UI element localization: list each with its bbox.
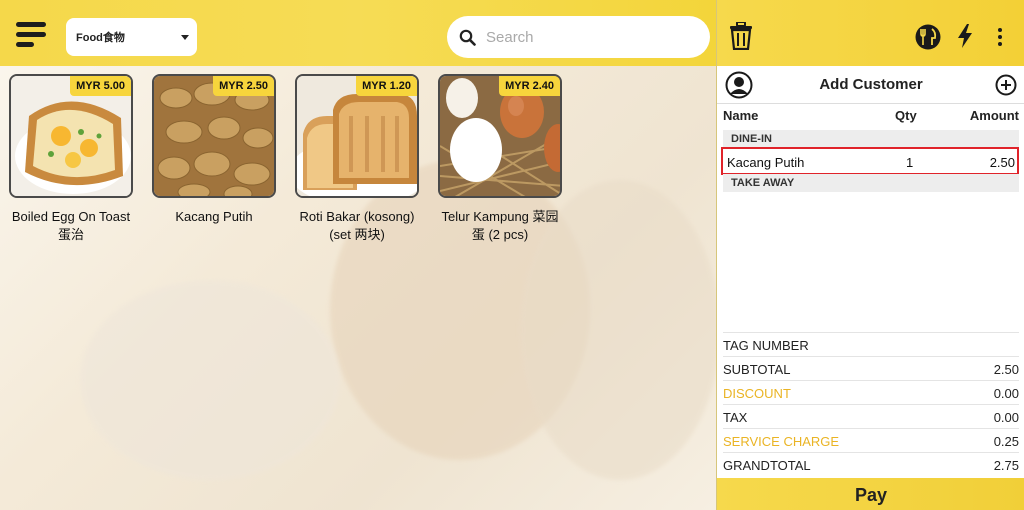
subtotal-label: SUBTOTAL <box>723 362 791 377</box>
totals-summary: TAG NUMBER SUBTOTAL 2.50 DISCOUNT 0.00 T… <box>723 332 1019 476</box>
more-options-icon[interactable] <box>998 28 1002 49</box>
order-line-item[interactable]: Kacang Putih 1 2.50 <box>721 147 1019 175</box>
tax-value: 0.00 <box>993 410 1019 425</box>
customer-bar: Add Customer <box>717 68 1024 104</box>
background-photo-3 <box>80 280 340 480</box>
discount-label[interactable]: DISCOUNT <box>723 386 791 401</box>
section-take-away: TAKE AWAY <box>723 174 1019 192</box>
product-card[interactable]: MYR 2.40 Telur Kampung 菜园蛋 (2 pcs) <box>438 74 562 244</box>
search-icon <box>459 29 476 46</box>
product-name: Kacang Putih <box>175 209 253 224</box>
service-charge-value: 0.25 <box>993 434 1019 449</box>
pay-button[interactable]: Pay <box>717 478 1024 510</box>
service-charge-label[interactable]: SERVICE CHARGE <box>723 434 839 449</box>
product-price: MYR 2.50 <box>213 76 274 96</box>
order-table-header: Name Qty Amount <box>717 108 1024 128</box>
product-price: MYR 1.20 <box>356 76 417 96</box>
product-name: Boiled Egg On Toast蛋治 <box>11 209 131 242</box>
dine-icon[interactable] <box>915 24 941 55</box>
product-image: MYR 1.20 <box>295 74 419 198</box>
subtotal-row: SUBTOTAL 2.50 <box>723 356 1019 380</box>
grandtotal-label: GRANDTOTAL <box>723 458 811 473</box>
product-price: MYR 5.00 <box>70 76 131 96</box>
product-panel: Food食物 MYR 5.00 Boiled Eg <box>0 0 716 510</box>
tag-number-label: TAG NUMBER <box>723 338 809 353</box>
category-select[interactable]: Food食物 <box>66 18 197 56</box>
section-dine-in: DINE-IN <box>723 130 1019 148</box>
product-card[interactable]: MYR 1.20 Roti Bakar (kosong) (set 两块) <box>295 74 419 244</box>
header-qty: Qty <box>895 108 917 123</box>
add-customer-plus-icon[interactable] <box>995 74 1017 101</box>
lightning-icon[interactable] <box>957 24 973 53</box>
product-image: MYR 2.50 <box>152 74 276 198</box>
tax-row: TAX 0.00 <box>723 404 1019 428</box>
product-name: Telur Kampung 菜园蛋 (2 pcs) <box>441 209 559 242</box>
grandtotal-row: GRANDTOTAL 2.75 <box>723 452 1019 476</box>
product-image: MYR 5.00 <box>9 74 133 198</box>
line-item-qty: 1 <box>906 155 914 170</box>
discount-row[interactable]: DISCOUNT 0.00 <box>723 380 1019 404</box>
subtotal-value: 2.50 <box>993 362 1019 377</box>
grandtotal-value: 2.75 <box>993 458 1019 473</box>
chevron-down-icon <box>181 35 189 40</box>
trash-icon[interactable] <box>729 21 753 55</box>
tax-label: TAX <box>723 410 748 425</box>
product-name: Roti Bakar (kosong) (set 两块) <box>299 209 415 242</box>
tag-number-row[interactable]: TAG NUMBER <box>723 332 1019 356</box>
add-customer-label[interactable]: Add Customer <box>717 76 1024 93</box>
category-select-value: Food食物 <box>76 32 125 44</box>
search-input[interactable] <box>486 28 686 46</box>
line-item-amount: 2.50 <box>989 155 1015 170</box>
service-charge-row[interactable]: SERVICE CHARGE 0.25 <box>723 428 1019 452</box>
header-amount: Amount <box>969 108 1019 123</box>
header-name: Name <box>723 108 759 123</box>
product-card[interactable]: MYR 2.50 Kacang Putih <box>152 74 276 226</box>
line-item-name: Kacang Putih <box>727 155 805 170</box>
discount-value: 0.00 <box>993 386 1019 401</box>
search-box[interactable] <box>447 16 710 58</box>
product-card[interactable]: MYR 5.00 Boiled Egg On Toast蛋治 <box>9 74 133 244</box>
order-toolbar <box>717 0 1024 66</box>
product-image: MYR 2.40 <box>438 74 562 198</box>
order-panel: Add Customer Name Qty Amount DINE-IN Kac… <box>716 0 1024 510</box>
menu-icon[interactable] <box>16 22 48 48</box>
product-price: MYR 2.40 <box>499 76 560 96</box>
